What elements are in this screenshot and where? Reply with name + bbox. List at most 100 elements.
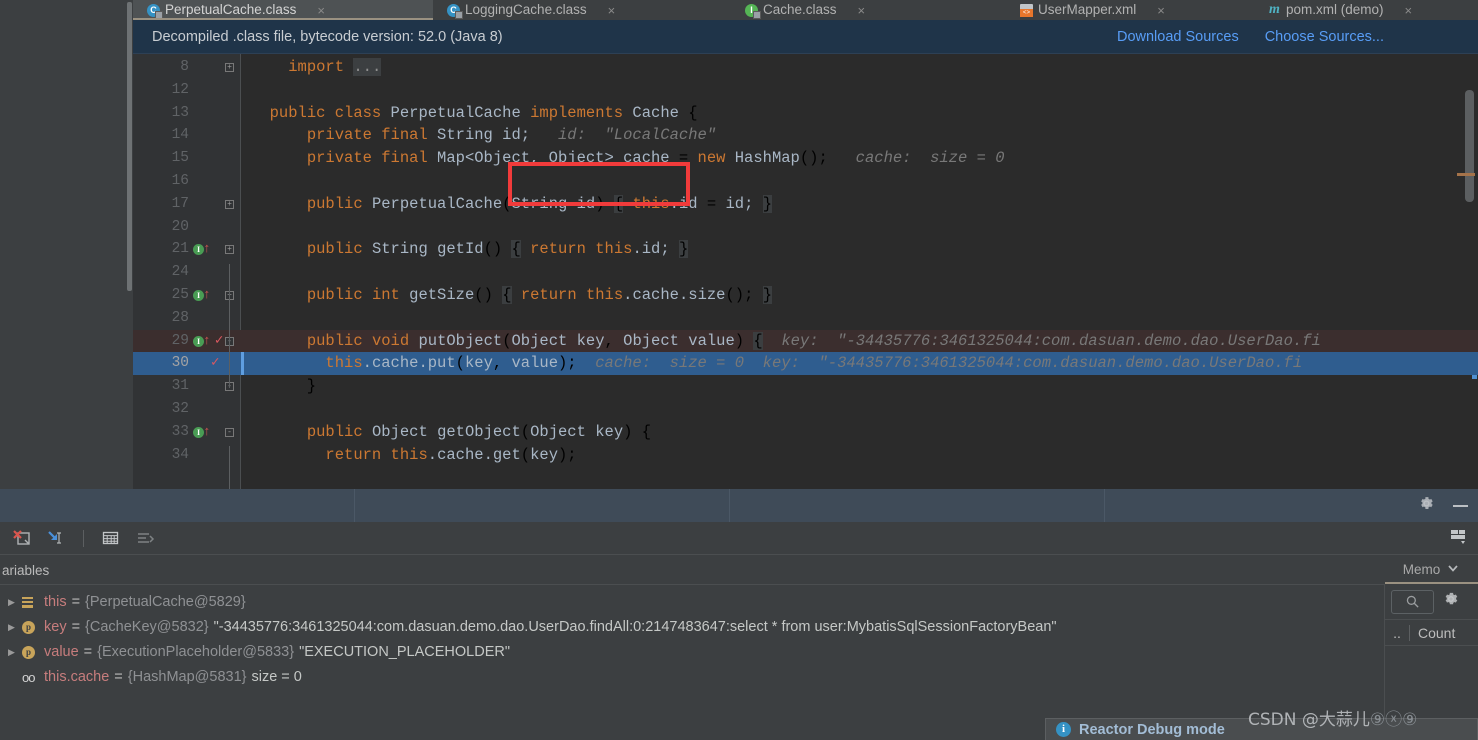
fold-guide <box>229 446 230 489</box>
editor-tab-label: pom.xml (demo) <box>1286 2 1384 18</box>
memory-column-headers: .. Count <box>1385 620 1478 646</box>
breakpoint-icon[interactable]: ✓ <box>215 330 223 353</box>
line-number: 12 <box>171 81 189 98</box>
memory-search-input[interactable] <box>1391 589 1434 614</box>
show-types-icon[interactable] <box>101 529 121 547</box>
line-number: 13 <box>171 104 189 121</box>
memory-col-count[interactable]: Count <box>1410 625 1455 641</box>
code-line[interactable]: 8 + import ... <box>133 56 1478 79</box>
variable-value: "EXECUTION_PLACEHOLDER" <box>299 644 510 660</box>
code-line[interactable]: 33 I ↑ - public Object getObject(Object key… <box>133 421 1478 444</box>
mute-breakpoints-icon[interactable] <box>12 529 32 547</box>
expand-triangle-icon[interactable]: ▶ <box>8 640 22 665</box>
decompiled-notification-bar: Decompiled .class file, bytecode version… <box>133 20 1478 54</box>
layout-settings-icon[interactable] <box>1448 526 1468 551</box>
csdn-watermark: CSDN @大蒜儿⑨ⓧ⑨ <box>1248 705 1417 730</box>
close-icon[interactable]: × <box>317 4 325 17</box>
minimize-icon[interactable] <box>1453 504 1468 507</box>
parameter-icon: p <box>22 646 44 659</box>
variables-list[interactable]: ▶ this = {PerpetualCache@5829} ▶ p key = {CacheK… <box>0 584 1385 740</box>
code-line[interactable]: 30 ✓ this.cache.put(key, value); cache: s… <box>133 352 1478 376</box>
code-line[interactable]: 12 <box>133 79 1478 102</box>
code-line[interactable]: 31- } <box>133 375 1478 398</box>
field-icon: oo <box>22 670 36 685</box>
variable-row[interactable]: ▶ p key = {CacheKey@5832} "-34435776:34613250… <box>0 615 1384 640</box>
decompiled-message: Decompiled .class file, bytecode version… <box>152 28 503 45</box>
this-icon <box>22 597 44 608</box>
code-line[interactable]: 14 private final String id; id: "LocalCa… <box>133 124 1478 147</box>
scrollbar-marker-current <box>1472 375 1477 379</box>
up-arrow-icon: ↑ <box>203 423 211 439</box>
code-line[interactable]: 24 <box>133 261 1478 284</box>
expand-triangle-icon[interactable]: ▶ <box>8 615 22 640</box>
variable-row[interactable]: ▶ p value = {ExecutionPlaceholder@5833} "EXEC… <box>0 640 1384 665</box>
code-line[interactable]: 20 <box>133 216 1478 239</box>
code-line[interactable]: 13 public class PerpetualCache implement… <box>133 102 1478 125</box>
editor-vertical-scrollbar[interactable] <box>1465 90 1474 202</box>
fold-expand-icon[interactable]: + <box>225 63 234 72</box>
fold-collapse-icon[interactable]: - <box>225 427 234 437</box>
editor-tab[interactable]: C LoggingCache.class × <box>433 0 731 20</box>
editor-tab-label: UserMapper.xml <box>1038 2 1137 18</box>
editor-tab-label: PerpetualCache.class <box>165 2 297 18</box>
debugger-layout-actions <box>1448 522 1468 555</box>
editor-tab-bar: C PerpetualCache.class × C LoggingCache.clas… <box>133 0 1478 20</box>
breakpoint-icon[interactable]: ✓ <box>211 352 219 375</box>
variable-equals: = <box>71 619 81 635</box>
close-icon[interactable]: × <box>608 4 616 17</box>
fold-guide <box>229 264 230 388</box>
line-number: 16 <box>171 173 189 189</box>
sort-values-icon[interactable] <box>135 529 155 547</box>
variable-row[interactable]: ▶ this = {PerpetualCache@5829} <box>0 590 1384 615</box>
variable-type: {ExecutionPlaceholder@5833} <box>97 644 295 660</box>
scrollbar-marker <box>1457 173 1475 176</box>
fold-expand-icon[interactable]: + <box>225 199 234 209</box>
variable-name: this <box>44 594 67 610</box>
up-arrow-icon: ↑ <box>203 287 211 302</box>
chevron-down-icon[interactable] <box>1446 561 1460 578</box>
code-line[interactable]: 32 <box>133 398 1478 421</box>
code-line[interactable]: 34 return this.cache.get(key); <box>133 444 1478 467</box>
line-number: 28 <box>171 309 189 326</box>
expand-triangle-icon[interactable]: ▶ <box>8 590 22 615</box>
watermark-suffix: ⑨ⓧ⑨ <box>1369 710 1418 730</box>
editor-tab[interactable]: I Cache.class × <box>731 0 1006 20</box>
step-into-icon[interactable] <box>46 529 66 547</box>
line-number: 32 <box>171 401 189 417</box>
variables-pane-title: ariables <box>0 556 1385 584</box>
editor-tab[interactable]: m pom.xml (demo) × <box>1254 0 1478 20</box>
code-editor[interactable]: 8 + import ... 12 13 public class Perpetual… <box>133 54 1478 489</box>
memory-settings-gear-icon[interactable] <box>1442 590 1460 613</box>
close-icon[interactable]: × <box>1157 4 1165 17</box>
code-line[interactable]: 17 + public PerpetualCache(String id) { t… <box>133 193 1478 216</box>
line-number: 29 <box>171 332 189 349</box>
java-class-icon: C <box>447 3 463 19</box>
code-text: private final String id; id: "LocalCache… <box>306 126 717 145</box>
editor-tab[interactable]: C PerpetualCache.class × <box>133 0 433 20</box>
close-icon[interactable]: × <box>858 4 866 17</box>
code-line[interactable]: 16 <box>133 170 1478 193</box>
line-number: 17 <box>171 195 189 212</box>
choose-sources-link[interactable]: Choose Sources... <box>1265 29 1384 45</box>
execution-caret <box>241 352 244 376</box>
code-line[interactable]: 15 private final Map<Object, Object> cac… <box>133 147 1478 170</box>
editor-tab[interactable]: UserMapper.xml × <box>1006 0 1254 20</box>
memory-tab-label: Memo <box>1402 561 1441 577</box>
gutter-icons[interactable]: ✓ <box>207 352 253 375</box>
gear-icon[interactable] <box>1418 495 1435 517</box>
memory-tools <box>1385 584 1478 620</box>
variable-row[interactable]: ▶oothis.cache={HashMap@5831}size = 0 <box>0 665 1384 690</box>
fold-expand-icon[interactable]: + <box>225 245 234 255</box>
code-line[interactable]: 25I↑+ public int getSize() { return this… <box>133 284 1478 307</box>
close-icon[interactable]: × <box>1405 4 1413 17</box>
code-line[interactable]: 29I↑✓- public void putObject(Object key,… <box>133 329 1478 353</box>
idea-window: C PerpetualCache.class × C LoggingCache.clas… <box>0 0 1478 740</box>
download-sources-link[interactable]: Download Sources <box>1117 29 1239 45</box>
memory-col-class[interactable]: .. <box>1385 625 1409 641</box>
left-vertical-scrollbar[interactable] <box>127 2 132 291</box>
memory-tab[interactable]: Memo <box>1385 556 1478 584</box>
code-line[interactable]: 28 <box>133 307 1478 330</box>
code-line[interactable]: 21 I ↑ + public String getId() { return thi… <box>133 238 1478 261</box>
variable-value: size = 0 <box>251 669 302 685</box>
line-number: 20 <box>171 218 189 235</box>
